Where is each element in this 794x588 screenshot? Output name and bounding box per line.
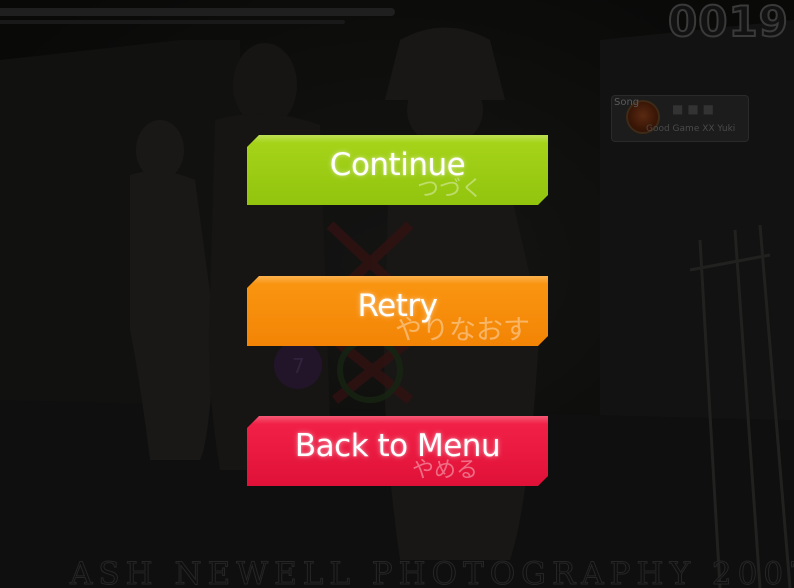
song-tag: Song	[614, 97, 640, 108]
continue-button[interactable]: Continue つづく	[247, 135, 548, 205]
life-gauge-bar	[0, 8, 395, 16]
song-info-card: Song ■■■ Good Game XX Yuki	[611, 95, 749, 142]
continue-sublabel: つづく	[417, 177, 484, 202]
back-to-menu-label: Back to Menu	[294, 428, 501, 464]
continue-label: Continue	[329, 147, 466, 183]
progress-bar	[0, 20, 345, 24]
retry-sublabel: やりなおす	[395, 315, 530, 346]
button-shine	[247, 276, 548, 284]
button-shine	[247, 416, 548, 424]
score-display: 0019	[667, 0, 789, 47]
retry-button[interactable]: Retry やりなおす	[247, 276, 548, 346]
game-stage: 7 0019 Song ■■■ Good Game XX Yuki ASH NE…	[0, 0, 794, 588]
back-to-menu-sublabel: やめる	[412, 458, 479, 483]
song-subtitle: Good Game XX Yuki	[646, 124, 736, 134]
back-to-menu-button[interactable]: Back to Menu やめる	[247, 416, 548, 486]
photo-watermark: ASH NEWELL PHOTOGRAPHY 2007	[70, 556, 794, 588]
difficulty-indicator: ■■■	[672, 102, 719, 116]
button-shine	[247, 135, 548, 143]
